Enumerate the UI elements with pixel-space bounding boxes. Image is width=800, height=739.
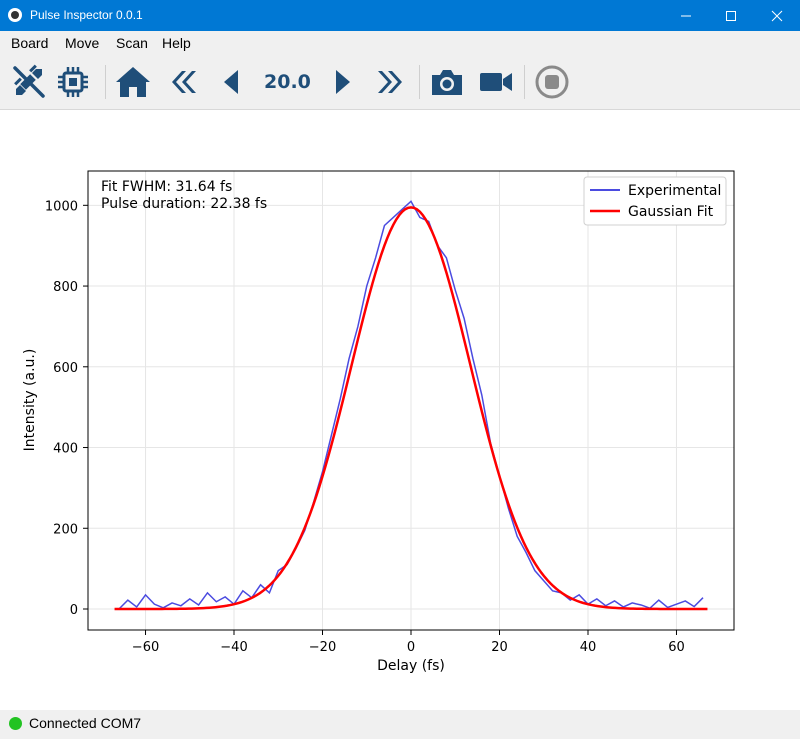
plot-area: −60 −40 −20 0 20 40 60 0 200 400 600 800 1000 Fit FW… <box>0 110 800 710</box>
disconnect-button[interactable] <box>11 64 47 100</box>
x-tick-label: 60 <box>668 640 685 655</box>
x-tick-label: 20 <box>491 640 508 655</box>
menu-board[interactable]: Board <box>11 35 48 51</box>
pulse-chart: −60 −40 −20 0 20 40 6002004006008001000 Fit FW… <box>22 170 735 674</box>
x-tick-label: −20 <box>309 640 336 655</box>
annotation-pulse-duration: Pulse duration: 22.38 fs <box>101 196 267 212</box>
record-button[interactable] <box>478 64 514 100</box>
y-axis-label: Intensity (a.u.) <box>22 349 38 452</box>
home-icon <box>116 67 150 97</box>
toolbar-separator <box>524 65 525 99</box>
stop-icon <box>535 65 569 99</box>
chip-icon <box>58 67 88 97</box>
x-tick-label: −40 <box>220 640 247 655</box>
fast-forward-button[interactable] <box>373 64 409 100</box>
maximize-button[interactable] <box>708 0 754 31</box>
y-tick-label: 0 <box>70 603 78 618</box>
connection-status-text: Connected COM7 <box>29 715 142 731</box>
y-tick-label: 200 <box>53 522 78 537</box>
step-size-value: 20.0 <box>264 71 311 93</box>
board-button[interactable] <box>55 64 91 100</box>
maximize-icon <box>726 11 736 21</box>
step-backward-icon <box>224 70 238 94</box>
snapshot-button[interactable] <box>429 64 465 100</box>
x-tick-label: −60 <box>132 640 159 655</box>
video-camera-icon <box>480 73 512 91</box>
x-tick-label: 40 <box>580 640 597 655</box>
fast-backward-button[interactable] <box>165 64 201 100</box>
y-tick-label: 800 <box>53 280 78 295</box>
disconnect-plug-icon <box>13 64 45 98</box>
x-tick-label: 0 <box>407 640 415 655</box>
home-button[interactable] <box>115 64 151 100</box>
minimize-icon <box>681 15 691 17</box>
menu-help[interactable]: Help <box>162 35 191 51</box>
grid <box>88 171 734 630</box>
step-forward-button[interactable] <box>324 64 360 100</box>
y-tick-label: 1000 <box>45 199 78 214</box>
menu-move[interactable]: Move <box>65 35 99 51</box>
fast-backward-icon <box>172 71 196 93</box>
legend: Experimental Gaussian Fit <box>583 176 727 226</box>
annotation-fwhm: Fit FWHM: 31.64 fs <box>101 179 232 195</box>
close-button[interactable] <box>754 0 800 31</box>
toolbar: 20.0 <box>0 55 800 110</box>
camera-icon <box>432 70 462 95</box>
stop-button[interactable] <box>534 64 570 100</box>
app-icon <box>8 8 22 22</box>
close-icon <box>771 10 783 22</box>
step-forward-icon <box>336 70 350 94</box>
toolbar-separator <box>105 65 106 99</box>
connection-status-dot <box>9 717 22 730</box>
menu-bar: Board Move Scan Help <box>0 31 800 55</box>
y-tick-label: 600 <box>53 361 78 376</box>
menu-scan[interactable]: Scan <box>116 35 148 51</box>
step-backward-button[interactable] <box>214 64 250 100</box>
window-title: Pulse Inspector 0.0.1 <box>30 8 143 22</box>
axis-ticks: −60 −40 −20 0 20 40 6002004006008001000 <box>45 199 685 655</box>
y-tick-label: 400 <box>53 442 78 457</box>
minimize-button[interactable] <box>663 0 709 31</box>
title-bar: Pulse Inspector 0.0.1 <box>0 0 800 31</box>
legend-label-experimental: Experimental <box>628 183 721 199</box>
x-axis-label: Delay (fs) <box>377 658 445 674</box>
fast-forward-icon <box>378 71 402 93</box>
toolbar-separator <box>419 65 420 99</box>
legend-label-gaussian-fit: Gaussian Fit <box>628 204 714 220</box>
